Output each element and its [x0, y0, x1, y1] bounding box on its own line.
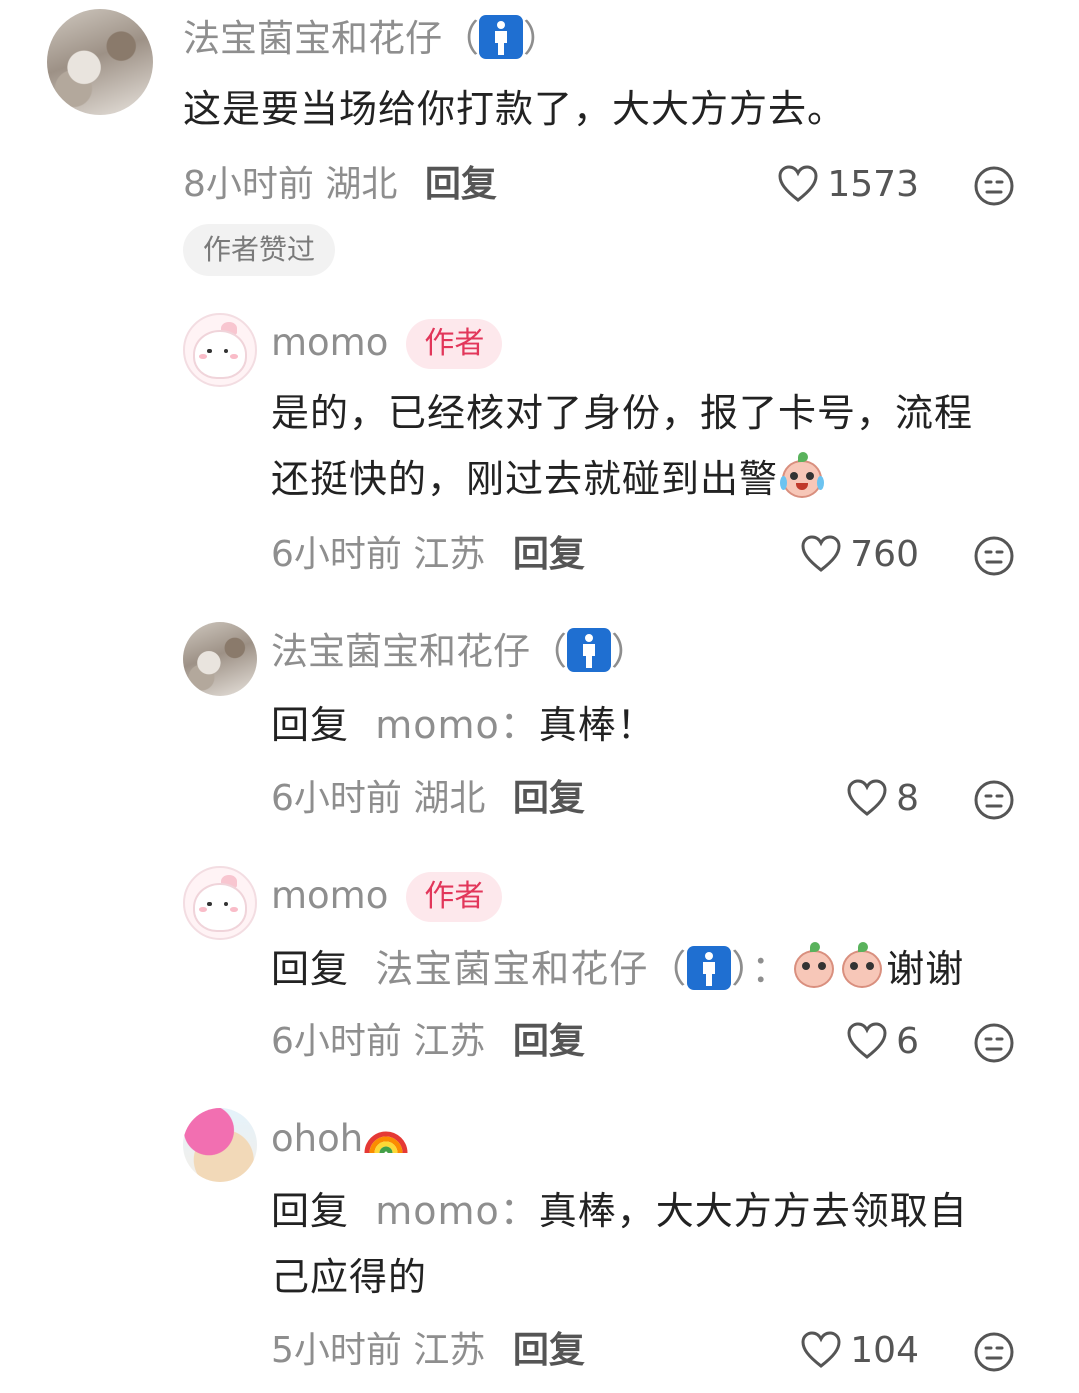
like-count: 104	[850, 1330, 919, 1371]
author-liked-chip: 作者赞过	[183, 224, 336, 276]
heart-outline-icon	[778, 165, 818, 202]
neutral-face-icon[interactable]	[973, 535, 1015, 577]
mens-room-icon	[479, 15, 523, 59]
reply-button[interactable]: 回复	[513, 1021, 585, 1062]
author-tag: 作者	[406, 319, 503, 369]
mens-room-icon	[567, 628, 611, 672]
heart-outline-icon	[801, 535, 841, 572]
username[interactable]: momo 作者	[271, 871, 503, 922]
comment-text: 是的，已经核对了身份，报了卡号，流程 还挺快的，刚过去就碰到出警	[271, 391, 974, 501]
comment-meta: 6小时前 湖北 回复	[271, 778, 585, 819]
neutral-face-icon[interactable]	[973, 165, 1015, 207]
like-button[interactable]: 760	[800, 530, 919, 580]
like-button[interactable]: 8	[846, 774, 919, 824]
shy-peach-emoji-icon	[790, 942, 838, 990]
heart-outline-icon	[847, 1022, 887, 1059]
author-tag: 作者	[406, 872, 503, 922]
like-button[interactable]: 104	[800, 1326, 919, 1376]
comment-meta: 5小时前 江苏 回复	[271, 1330, 585, 1371]
neutral-face-icon[interactable]	[973, 779, 1015, 821]
comment-text: 回复 momo：真棒，大大方方去领取自 己应得的	[271, 1189, 968, 1299]
comment-meta: 8小时前 湖北 回复	[183, 164, 497, 205]
avatar[interactable]	[183, 1108, 257, 1182]
username[interactable]: 法宝菌宝和花仔（ ）	[183, 14, 560, 64]
comment-meta: 6小时前 江苏 回复	[271, 534, 585, 575]
neutral-face-icon[interactable]	[973, 1022, 1015, 1064]
shy-peach-emoji-icon	[838, 942, 886, 990]
username[interactable]: 法宝菌宝和花仔（ ）	[271, 627, 648, 677]
heart-outline-icon	[847, 779, 887, 816]
rainbow-icon	[364, 1131, 408, 1154]
avatar[interactable]	[183, 622, 257, 696]
avatar[interactable]	[183, 313, 257, 387]
comment-text: 这是要当场给你打款了，大大方方去。	[183, 87, 847, 131]
neutral-face-icon[interactable]	[973, 1331, 1015, 1373]
username[interactable]: ohoh	[271, 1114, 409, 1164]
mens-room-icon	[687, 946, 732, 990]
avatar[interactable]	[47, 9, 153, 115]
like-count: 8	[896, 778, 919, 819]
reply-button[interactable]: 回复	[513, 534, 585, 575]
avatar[interactable]	[183, 866, 257, 940]
reply-button[interactable]: 回复	[513, 778, 585, 819]
like-button[interactable]: 1573	[777, 160, 919, 210]
reply-to-user[interactable]: momo：	[375, 703, 539, 747]
heart-outline-icon	[801, 1331, 841, 1368]
crying-laughing-emoji-icon	[778, 452, 826, 500]
like-button[interactable]: 6	[846, 1017, 919, 1067]
reply-button[interactable]: 回复	[513, 1330, 585, 1371]
comment-text: 回复 法宝菌宝和花仔（ ）： 谢谢	[271, 936, 964, 1002]
like-count: 6	[896, 1021, 919, 1062]
comment-meta: 6小时前 江苏 回复	[271, 1021, 585, 1062]
like-count: 1573	[827, 164, 919, 205]
reply-to-user[interactable]: momo：	[375, 1189, 539, 1233]
like-count: 760	[850, 534, 919, 575]
username[interactable]: momo 作者	[271, 318, 503, 369]
comment-text: 回复 momo：真棒！	[271, 703, 656, 747]
reply-to-user[interactable]: 法宝菌宝和花仔（ ）：	[375, 946, 790, 991]
reply-button[interactable]: 回复	[425, 164, 497, 205]
